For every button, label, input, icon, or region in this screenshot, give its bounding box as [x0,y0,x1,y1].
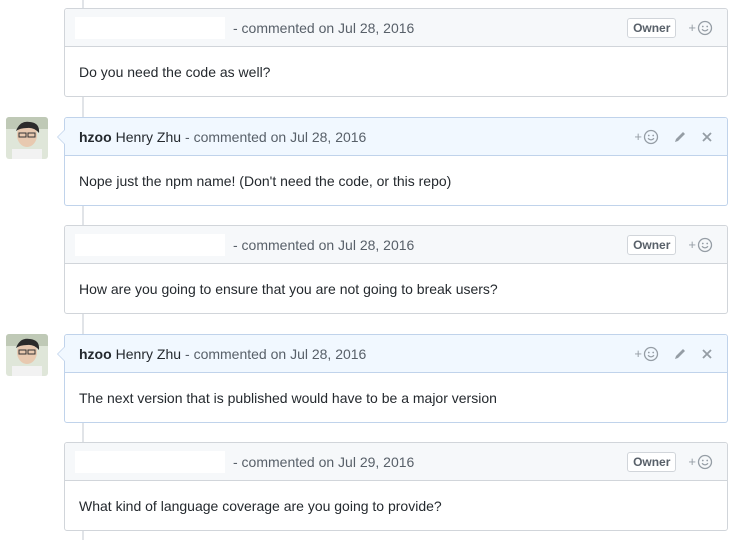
comment-box: - commented on Jul 29, 2016 Owner + What… [64,442,728,531]
comment-timestamp[interactable]: - commented on Jul 28, 2016 [185,346,366,362]
comment-box: - commented on Jul 28, 2016 Owner + How … [64,225,728,314]
comment: - commented on Jul 29, 2016 Owner + What… [64,442,728,531]
comment-timestamp[interactable]: - commented on Jul 29, 2016 [233,454,414,470]
comment: hzoo Henry Zhu - commented on Jul 28, 20… [6,334,728,423]
comment-body: What kind of language coverage are you g… [79,497,442,514]
add-reaction-button[interactable]: + [634,346,659,362]
comment-box: hzoo Henry Zhu - commented on Jul 28, 20… [57,334,728,423]
comment-author-fullname: Henry Zhu [115,345,182,362]
smiley-icon [697,454,713,469]
comment-header: hzoo Henry Zhu - commented on Jul 28, 20… [65,118,727,156]
add-reaction-plus: + [688,20,696,35]
comment-box: hzoo Henry Zhu - commented on Jul 28, 20… [57,117,728,206]
comment-body: Nope just the npm name! (Don't need the … [79,172,452,189]
comment-timestamp[interactable]: - commented on Jul 28, 2016 [233,20,414,36]
smiley-icon [697,20,713,35]
comment-box: - commented on Jul 28, 2016 Owner + Do y… [64,8,728,97]
comment-author[interactable]: hzoo [79,129,112,145]
owner-badge: Owner [627,234,677,255]
avatar-image [6,334,48,376]
comment-timestamp[interactable]: - commented on Jul 28, 2016 [233,237,414,253]
avatar-image [6,117,48,159]
comment: - commented on Jul 28, 2016 Owner + How … [64,225,728,314]
comment-timestamp[interactable]: - commented on Jul 28, 2016 [185,129,366,145]
add-reaction-button[interactable]: + [688,237,713,253]
smiley-icon [697,237,713,252]
comment-caret [57,129,65,145]
smiley-icon [643,346,659,361]
comment-author[interactable]: hzoo [79,346,112,362]
comment-caret [57,346,65,362]
comment-header: - commented on Jul 29, 2016 Owner + [65,443,727,481]
delete-comment-button[interactable] [701,131,713,143]
edit-comment-button[interactable] [673,347,687,361]
pencil-icon [675,131,685,142]
avatar[interactable] [6,334,48,376]
add-reaction-plus: + [688,454,696,469]
owner-badge: Owner [627,17,677,38]
redacted-author [75,233,225,256]
delete-comment-button[interactable] [701,348,713,360]
comment-body: How are you going to ensure that you are… [79,280,498,297]
redacted-author [75,450,225,473]
comment-header: - commented on Jul 28, 2016 Owner + [65,9,727,47]
add-reaction-button[interactable]: + [634,129,659,145]
owner-badge: Owner [627,451,677,472]
comment: hzoo Henry Zhu - commented on Jul 28, 20… [6,117,728,206]
comment-header: hzoo Henry Zhu - commented on Jul 28, 20… [65,335,727,373]
add-reaction-plus: + [688,237,696,252]
comment-header: - commented on Jul 28, 2016 Owner + [65,226,727,264]
comment: - commented on Jul 28, 2016 Owner + Do y… [64,8,728,97]
add-reaction-button[interactable]: + [688,20,713,36]
comment-body: Do you need the code as well? [79,63,271,80]
comment-author-fullname: Henry Zhu [115,128,182,145]
close-icon [702,348,712,359]
add-reaction-plus: + [634,129,642,144]
avatar[interactable] [6,117,48,159]
pencil-icon [675,348,685,359]
close-icon [702,131,712,142]
redacted-author [75,16,225,39]
add-reaction-plus: + [634,346,642,361]
edit-comment-button[interactable] [673,130,687,144]
add-reaction-button[interactable]: + [688,454,713,470]
comment-body: The next version that is published would… [79,389,497,406]
smiley-icon [643,129,659,144]
